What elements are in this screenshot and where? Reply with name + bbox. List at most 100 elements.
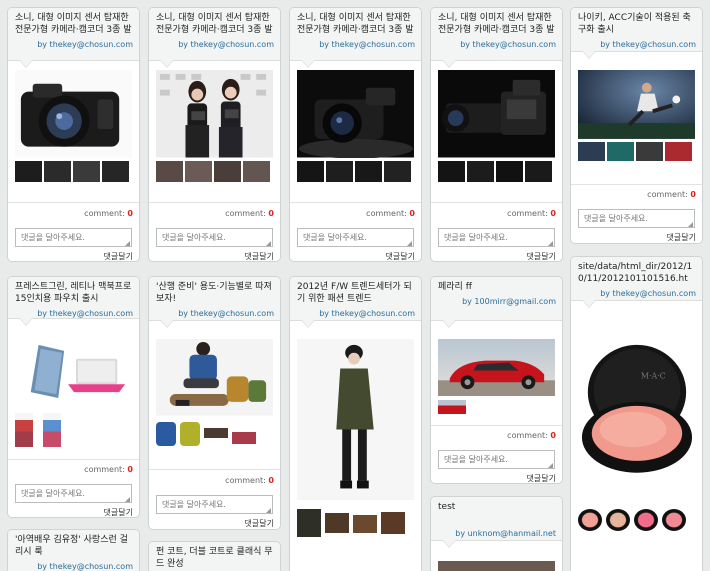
thumbnail[interactable] — [636, 142, 663, 161]
resize-grip-icon[interactable] — [548, 241, 553, 246]
thumbnail[interactable] — [156, 161, 183, 182]
thumbnail[interactable] — [325, 513, 349, 533]
card-title[interactable]: 소니, 대형 이미지 센서 탑재한 전문가형 카메라·캠코더 3종 발 — [156, 12, 274, 36]
resize-grip-icon[interactable] — [125, 241, 130, 246]
thumbnail[interactable] — [180, 422, 200, 446]
card-title[interactable]: 2012년 F/W 트렌드세터가 되기 위한 패션 트렌드 — [297, 281, 415, 305]
post-image[interactable] — [578, 70, 695, 140]
post-card[interactable]: '산행 준비' 용도·기능별로 따져보자! by thekey@chosun.c… — [148, 276, 281, 530]
thumbnail[interactable] — [73, 161, 100, 182]
resize-grip-icon[interactable] — [125, 497, 130, 502]
comment-submit-link[interactable]: 댓글달기 — [104, 507, 133, 517]
card-author[interactable]: by thekey@chosun.com — [297, 309, 415, 319]
comment-input[interactable] — [156, 495, 273, 514]
card-author[interactable]: by thekey@chosun.com — [15, 562, 133, 571]
card-author[interactable]: by unknom@hanmail.net — [438, 529, 556, 539]
comment-input[interactable] — [578, 209, 695, 228]
comment-submit-link[interactable]: 댓글달기 — [386, 251, 415, 261]
card-title[interactable]: 펀 코트, 더블 코트로 클래식 무드 완성 — [156, 546, 274, 570]
thumbnail[interactable] — [204, 428, 228, 438]
card-title[interactable]: 나이키, ACC기술이 적용된 축구화 출시 — [578, 12, 696, 36]
thumbnail[interactable] — [185, 161, 212, 182]
card-title[interactable]: site/data/html_dir/2012/10/11/2012101101… — [578, 261, 696, 285]
thumbnail[interactable] — [326, 161, 353, 182]
resize-grip-icon[interactable] — [407, 241, 412, 246]
thumbnail[interactable] — [297, 509, 321, 537]
card-author[interactable]: by thekey@chosun.com — [578, 289, 696, 299]
post-card[interactable]: 소니, 대형 이미지 센서 탑재한 전문가형 카메라·캠코더 3종 발 by t… — [148, 7, 281, 262]
thumbnail[interactable] — [15, 161, 42, 182]
card-title[interactable]: 소니, 대형 이미지 센서 탑재한 전문가형 카메라·캠코더 3종 발 — [438, 12, 556, 36]
post-card[interactable]: test by unknom@hanmail.net — [430, 496, 563, 571]
post-card[interactable]: 2012년 F/W 트렌드세터가 되기 위한 패션 트렌드 by thekey@… — [289, 276, 422, 571]
post-card[interactable]: 나이키, ACC기술이 적용된 축구화 출시 by thekey@chosun.… — [570, 7, 703, 244]
thumbnail[interactable] — [438, 161, 465, 182]
post-card[interactable]: 펀 코트, 더블 코트로 클래식 무드 완성 — [148, 541, 281, 571]
post-card[interactable]: '아역배우 김유정' 사랑스런 걸리시 룩 by thekey@chosun.c… — [7, 529, 140, 571]
post-image[interactable] — [297, 70, 414, 159]
card-title[interactable]: 소니, 대형 이미지 센서 탑재한 전문가형 카메라·캠코더 3종 발 — [15, 12, 133, 36]
card-title[interactable]: '아역배우 김유정' 사랑스런 걸리시 룩 — [15, 534, 133, 558]
card-author[interactable]: by 100mirr@gmail.com — [438, 297, 556, 307]
comment-input[interactable] — [15, 484, 132, 503]
thumbnail[interactable] — [381, 512, 405, 534]
thumbnail[interactable] — [214, 161, 241, 182]
thumbnail[interactable] — [15, 413, 33, 447]
comment-submit-link[interactable]: 댓글달기 — [245, 518, 274, 529]
comment-input[interactable] — [156, 228, 273, 247]
resize-grip-icon[interactable] — [548, 463, 553, 468]
thumbnail[interactable] — [525, 161, 552, 182]
card-title[interactable]: test — [438, 501, 556, 513]
card-title[interactable]: 페라리 ff — [438, 281, 556, 293]
card-author[interactable]: by thekey@chosun.com — [438, 40, 556, 50]
comment-input[interactable] — [297, 228, 414, 247]
thumbnail[interactable] — [243, 161, 270, 182]
card-author[interactable]: by thekey@chosun.com — [15, 40, 133, 50]
comment-input[interactable] — [438, 228, 555, 247]
thumbnail[interactable] — [606, 509, 630, 531]
thumbnail[interactable] — [297, 161, 324, 182]
post-card[interactable]: 소니, 대형 이미지 센서 탑재한 전문가형 카메라·캠코더 3종 발 by t… — [430, 7, 563, 262]
comment-input[interactable] — [15, 228, 132, 247]
thumbnail[interactable] — [578, 142, 605, 161]
post-card[interactable]: site/data/html_dir/2012/10/11/2012101101… — [570, 256, 703, 571]
comment-submit-link[interactable]: 댓글달기 — [527, 473, 556, 483]
post-image[interactable] — [15, 341, 132, 403]
thumbnail[interactable] — [43, 413, 61, 447]
post-image[interactable] — [438, 561, 555, 571]
post-card[interactable]: 소니, 대형 이미지 센서 탑재한 전문가형 카메라·캠코더 3종 발 by t… — [289, 7, 422, 262]
thumbnail[interactable] — [384, 161, 411, 182]
post-image[interactable] — [438, 70, 555, 159]
thumbnail[interactable] — [44, 161, 71, 182]
thumbnail[interactable] — [232, 432, 256, 444]
card-author[interactable]: by thekey@chosun.com — [297, 40, 415, 50]
thumbnail[interactable] — [607, 142, 634, 161]
thumbnail[interactable] — [353, 515, 377, 533]
card-title[interactable]: 프레스트그린, 레티나 맥북프로 15인치용 파우치 출시 — [15, 281, 133, 305]
thumbnail[interactable] — [438, 400, 466, 414]
comment-input[interactable] — [438, 450, 555, 469]
thumbnail[interactable] — [156, 422, 176, 446]
post-card[interactable]: 프레스트그린, 레티나 맥북프로 15인치용 파우치 출시 by thekey@… — [7, 276, 140, 518]
resize-grip-icon[interactable] — [266, 508, 271, 513]
thumbnail[interactable] — [102, 161, 129, 182]
post-image[interactable] — [297, 339, 414, 503]
post-card[interactable]: 페라리 ff by 100mirr@gmail.com comment: 0 댓… — [430, 276, 563, 484]
thumbnail[interactable] — [467, 161, 494, 182]
post-image[interactable] — [156, 70, 273, 159]
comment-submit-link[interactable]: 댓글달기 — [527, 251, 556, 261]
post-image[interactable] — [156, 339, 273, 417]
thumbnail[interactable] — [634, 509, 658, 531]
resize-grip-icon[interactable] — [266, 241, 271, 246]
post-image[interactable]: M·A·C — [578, 339, 695, 489]
thumbnail[interactable] — [496, 161, 523, 182]
comment-submit-link[interactable]: 댓글달기 — [667, 232, 696, 243]
post-card[interactable]: 소니, 대형 이미지 센서 탑재한 전문가형 카메라·캠코더 3종 발 by t… — [7, 7, 140, 262]
thumbnail[interactable] — [662, 509, 686, 531]
card-author[interactable]: by thekey@chosun.com — [156, 40, 274, 50]
card-author[interactable]: by thekey@chosun.com — [578, 40, 696, 50]
card-title[interactable]: '산행 준비' 용도·기능별로 따져보자! — [156, 281, 274, 305]
thumbnail[interactable] — [578, 509, 602, 531]
card-author[interactable]: by thekey@chosun.com — [156, 309, 274, 319]
post-image[interactable] — [438, 339, 555, 397]
